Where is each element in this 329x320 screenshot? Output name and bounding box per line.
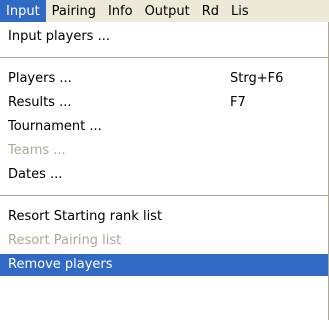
- menu-item-label: Input players ...: [8, 29, 110, 44]
- menu-item-label: Resort Pairing list: [8, 233, 122, 248]
- menu-item-label: Results ...: [8, 95, 72, 110]
- menu-item-dates[interactable]: Dates ...: [0, 164, 328, 186]
- menu-item-label: Tournament ...: [8, 119, 102, 134]
- menu-item-shortcut: F7: [230, 95, 246, 110]
- menu-separator: [0, 57, 328, 58]
- menu-item-label: Remove players: [8, 257, 113, 272]
- menu-item-remove-players[interactable]: Remove players: [0, 254, 328, 276]
- menu-item-tournament[interactable]: Tournament ...: [0, 116, 328, 138]
- menu-item-label: Resort Starting rank list: [8, 209, 163, 224]
- menu-item-input-players[interactable]: Input players ...: [0, 26, 328, 48]
- menu-item-players[interactable]: Players ... Strg+F6: [0, 68, 328, 90]
- menu-separator: [0, 195, 328, 196]
- menu-item-label: Players ...: [8, 71, 72, 86]
- menu-item-resort-pairing-list: Resort Pairing list: [0, 230, 328, 252]
- menu-item-label: Dates ...: [8, 167, 63, 182]
- menu-item-label: Teams ...: [8, 143, 66, 158]
- menu-pairing[interactable]: Pairing: [46, 0, 102, 22]
- menu-item-resort-starting-rank-list[interactable]: Resort Starting rank list: [0, 206, 328, 228]
- menu-rd[interactable]: Rd: [196, 0, 225, 22]
- menu-output[interactable]: Output: [139, 0, 196, 22]
- menu-input[interactable]: Input: [0, 0, 46, 22]
- menu-bar: Input Pairing Info Output Rd Lis: [0, 0, 329, 22]
- menu-item-shortcut: Strg+F6: [230, 71, 284, 86]
- menu-lists[interactable]: Lis: [225, 0, 255, 22]
- menu-item-results[interactable]: Results ... F7: [0, 92, 328, 114]
- menu-info[interactable]: Info: [102, 0, 139, 22]
- menu-item-teams: Teams ...: [0, 140, 328, 162]
- input-dropdown-menu: Input players ... Players ... Strg+F6 Re…: [0, 22, 329, 320]
